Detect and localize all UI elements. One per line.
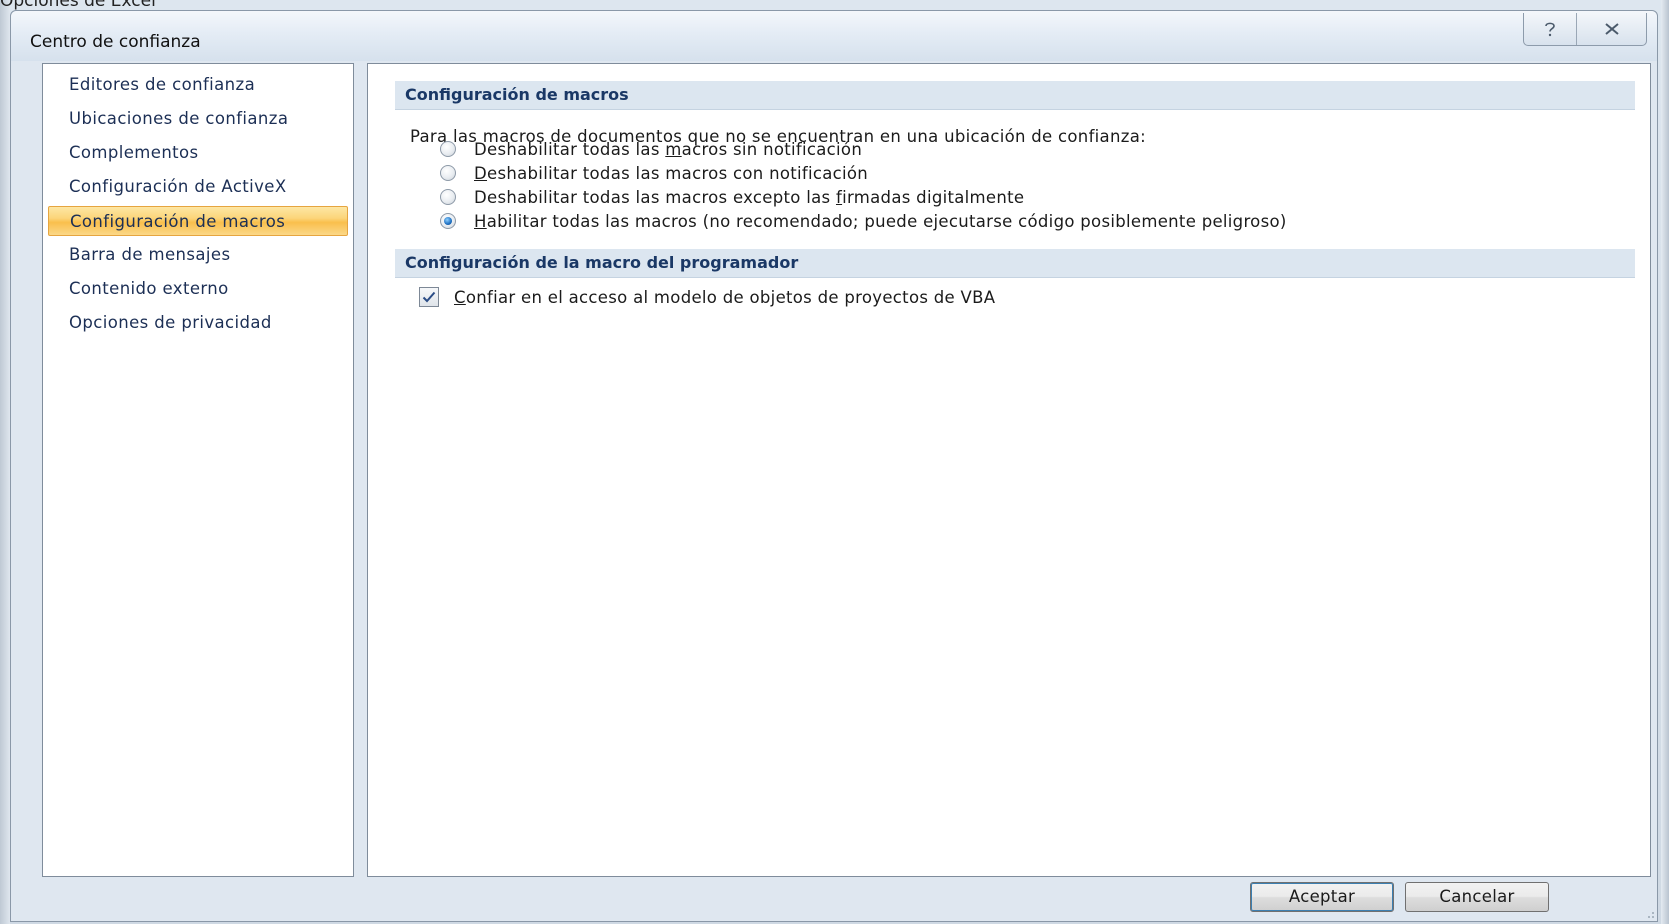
macro-option-radio[interactable]: [440, 189, 456, 205]
close-x-icon: [1604, 23, 1619, 35]
resize-grip-icon[interactable]: [1643, 907, 1655, 919]
nav-item[interactable]: Contenido externo: [48, 274, 348, 304]
background-window-right-edge: [1661, 0, 1669, 924]
nav-item[interactable]: Editores de confianza: [48, 70, 348, 100]
vba-trust-checkbox-row[interactable]: Confiar en el acceso al modelo de objeto…: [419, 285, 995, 309]
vba-trust-checkbox[interactable]: [419, 287, 439, 307]
category-nav: Editores de confianza Ubicaciones de conf…: [42, 63, 354, 877]
checkmark-icon: [422, 291, 436, 303]
macro-option-label: Deshabilitar todas las macros excepto la…: [474, 187, 1025, 207]
macro-option-radio[interactable]: [440, 213, 456, 229]
nav-item[interactable]: Ubicaciones de confianza: [48, 104, 348, 134]
nav-item[interactable]: Opciones de privacidad: [48, 308, 348, 338]
macro-option-label: Habilitar todas las macros (no recomenda…: [474, 211, 1287, 231]
macro-settings-header: Configuración de macros: [395, 81, 1635, 110]
developer-settings-header: Configuración de la macro del programado…: [395, 249, 1635, 278]
macro-option[interactable]: Deshabilitar todas las macros sin notifi…: [440, 137, 862, 161]
vba-trust-label: Confiar en el acceso al modelo de objeto…: [454, 287, 996, 307]
nav-item[interactable]: Configuración de macros: [48, 206, 348, 236]
title-bar[interactable]: Centro de confianza: [11, 11, 1657, 61]
macro-option[interactable]: Deshabilitar todas las macros con notifi…: [440, 161, 868, 185]
ok-button[interactable]: Aceptar: [1250, 882, 1394, 912]
nav-item[interactable]: Configuración de ActiveX: [48, 172, 348, 202]
background-window-left-edge: [0, 0, 10, 924]
trust-center-dialog: Centro de confianza Editores de confianz…: [10, 10, 1658, 922]
settings-panel: Configuración de macros Para las macros …: [367, 63, 1651, 877]
dialog-title: Centro de confianza: [30, 32, 201, 52]
cancel-button[interactable]: Cancelar: [1405, 882, 1549, 912]
screen: Opciones de Excel Centro de confianza Ed…: [0, 0, 1669, 924]
macro-option-label: Deshabilitar todas las macros sin notifi…: [474, 139, 863, 159]
caption-buttons: [1523, 13, 1647, 46]
macro-option-radio[interactable]: [440, 141, 456, 157]
nav-item[interactable]: Barra de mensajes: [48, 240, 348, 270]
nav-item[interactable]: Complementos: [48, 138, 348, 168]
help-button[interactable]: [1524, 13, 1576, 45]
macro-option-label: Deshabilitar todas las macros con notifi…: [474, 163, 869, 183]
close-button[interactable]: [1576, 13, 1646, 45]
macro-option-radio[interactable]: [440, 165, 456, 181]
question-mark-icon: [1545, 22, 1555, 37]
macro-option[interactable]: Habilitar todas las macros (no recomenda…: [440, 209, 1287, 233]
macro-option[interactable]: Deshabilitar todas las macros excepto la…: [440, 185, 1024, 209]
